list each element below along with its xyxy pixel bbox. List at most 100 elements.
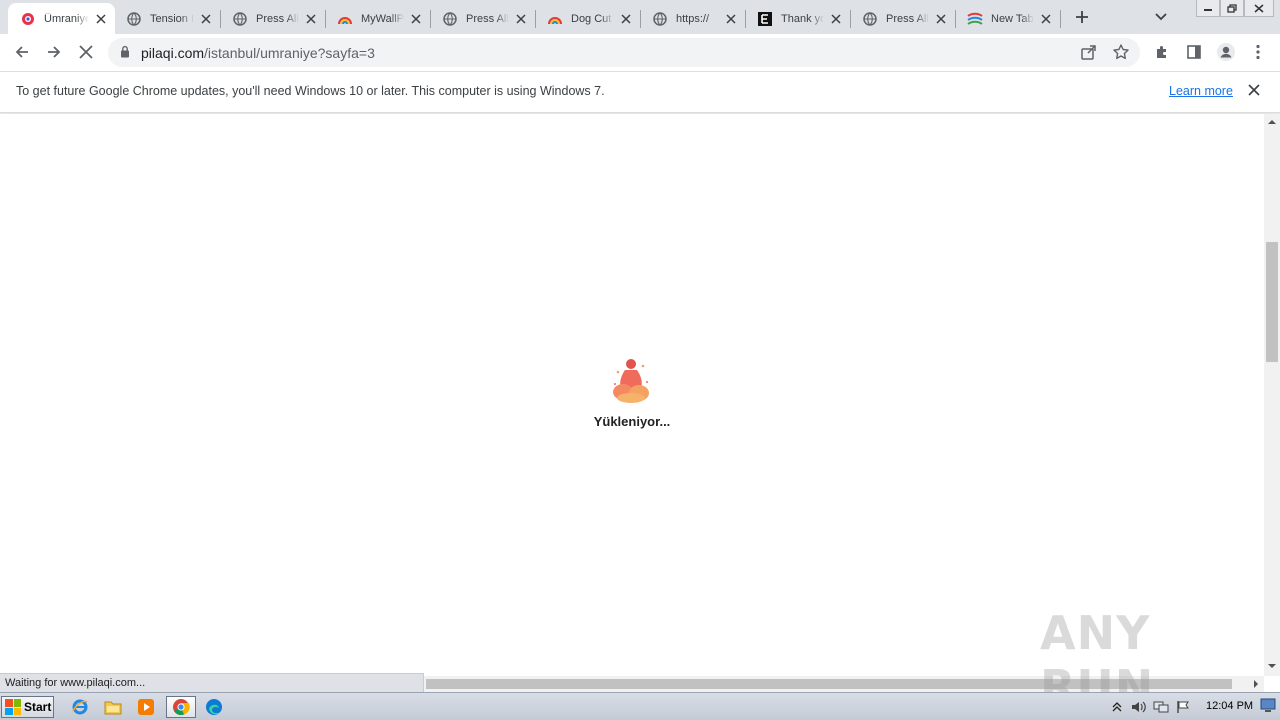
- learn-more-link[interactable]: Learn more: [1169, 84, 1233, 98]
- tray-expand-button[interactable]: [1106, 696, 1128, 718]
- globe-icon: [862, 11, 878, 27]
- close-icon[interactable]: [1038, 11, 1054, 27]
- chevron-down-icon: [1155, 13, 1167, 21]
- close-icon[interactable]: [408, 11, 424, 27]
- loading-text: Yükleniyor...: [593, 414, 671, 429]
- rainbow-favicon: [337, 11, 353, 27]
- url-host: pilaqi.com: [141, 45, 205, 61]
- volume-button[interactable]: [1128, 696, 1150, 718]
- stop-loading-button[interactable]: [72, 38, 100, 66]
- tab-title: Press All: [886, 12, 929, 25]
- lock-icon[interactable]: [120, 45, 130, 61]
- speaker-icon: [1132, 701, 1146, 713]
- globe-icon: [232, 11, 248, 27]
- update-infobar: To get future Google Chrome updates, you…: [0, 72, 1280, 113]
- restore-button[interactable]: [1220, 0, 1244, 17]
- taskbar-clock[interactable]: 12:04 PM: [1206, 700, 1253, 712]
- action-center-button[interactable]: [1172, 696, 1194, 718]
- tab-press-all-1[interactable]: Press All: [220, 3, 325, 34]
- minimize-button[interactable]: [1196, 0, 1220, 17]
- tab-press-all-2[interactable]: Press All: [430, 3, 535, 34]
- forward-button[interactable]: [40, 38, 68, 66]
- page-content: Yükleniyor...: [0, 114, 1264, 676]
- edge-icon: [206, 699, 222, 715]
- tab-title: Tension I: [150, 12, 194, 25]
- network-icon: [1153, 701, 1169, 713]
- close-icon[interactable]: [198, 11, 214, 27]
- tab-title: Press All: [256, 12, 299, 25]
- windows-logo-icon: [5, 699, 21, 715]
- tab-dog-cut[interactable]: Dog Cut: [535, 3, 640, 34]
- address-bar[interactable]: pilaqi.com/istanbul/umraniye?sayfa=3: [108, 38, 1140, 67]
- file-explorer-taskbar-button[interactable]: [101, 696, 125, 718]
- status-bubble: Waiting for www.pilaqi.com...: [0, 673, 424, 692]
- edge-taskbar-button[interactable]: [202, 696, 226, 718]
- forward-arrow-icon: [48, 46, 61, 58]
- media-player-icon: [138, 699, 154, 715]
- loading-animation-icon: [613, 359, 649, 403]
- newtab-favicon: [967, 11, 983, 27]
- rainbow-favicon: [547, 11, 563, 27]
- close-icon[interactable]: [513, 11, 529, 27]
- puzzle-icon: [1157, 46, 1166, 58]
- tab-thank-you[interactable]: Thank yo: [745, 3, 850, 34]
- close-icon[interactable]: [618, 11, 634, 27]
- close-icon[interactable]: [723, 11, 739, 27]
- new-tab-button[interactable]: [1072, 7, 1092, 27]
- tab-https[interactable]: https://: [640, 3, 745, 34]
- vertical-scrollbar[interactable]: [1264, 114, 1280, 676]
- tab-tension[interactable]: Tension I: [114, 3, 220, 34]
- menu-button[interactable]: [1244, 38, 1272, 66]
- kebab-menu-icon: [1256, 44, 1260, 60]
- show-desktop-button[interactable]: [1260, 697, 1276, 715]
- tab-title: New Tab: [991, 12, 1034, 25]
- tab-title: Press All: [466, 12, 509, 25]
- tab-title: https://: [676, 12, 710, 25]
- globe-icon: [652, 11, 668, 27]
- tab-mywallp[interactable]: MyWallP: [325, 3, 430, 34]
- media-player-taskbar-button[interactable]: [134, 696, 158, 718]
- chrome-icon: [173, 699, 190, 716]
- pilaqi-favicon: [20, 11, 36, 27]
- start-button[interactable]: Start: [1, 696, 54, 718]
- back-arrow-icon: [15, 46, 28, 58]
- tab-search-button[interactable]: [1151, 7, 1171, 27]
- scroll-up-arrow-icon[interactable]: [1268, 118, 1276, 126]
- share-icon[interactable]: [1080, 43, 1098, 64]
- infobar-close-button[interactable]: [1248, 84, 1264, 100]
- flag-icon: [1177, 701, 1189, 713]
- side-panel-button[interactable]: [1180, 38, 1208, 66]
- globe-icon: [442, 11, 458, 27]
- network-button[interactable]: [1150, 696, 1172, 718]
- restore-icon: [1227, 3, 1237, 13]
- extensions-button[interactable]: [1148, 38, 1176, 66]
- windows-taskbar: Start 12:04 PM: [0, 692, 1280, 720]
- close-icon[interactable]: [93, 11, 109, 27]
- loading-indicator: Yükleniyor...: [580, 354, 684, 429]
- monitor-icon: [1260, 698, 1276, 712]
- stop-icon: [79, 45, 93, 59]
- close-icon[interactable]: [303, 11, 319, 27]
- bookmark-star-icon[interactable]: [1112, 43, 1130, 64]
- close-icon[interactable]: [933, 11, 949, 27]
- system-tray: [1106, 696, 1194, 718]
- url-text[interactable]: pilaqi.com/istanbul/umraniye?sayfa=3: [141, 45, 375, 61]
- start-label: Start: [24, 700, 52, 714]
- url-path: /istanbul/umraniye?sayfa=3: [204, 45, 375, 61]
- vertical-scroll-thumb[interactable]: [1266, 242, 1278, 362]
- browser-toolbar: pilaqi.com/istanbul/umraniye?sayfa=3: [0, 34, 1280, 72]
- profile-button[interactable]: [1212, 38, 1240, 66]
- close-icon: [1254, 3, 1264, 13]
- side-panel-icon: [1187, 45, 1201, 59]
- tab-press-all-3[interactable]: Press All: [850, 3, 955, 34]
- tab-new-tab[interactable]: New Tab: [955, 3, 1060, 34]
- internet-explorer-icon: [72, 699, 88, 715]
- tab-title: Ümraniye: [44, 12, 89, 25]
- back-button[interactable]: [8, 38, 36, 66]
- close-window-button[interactable]: [1244, 0, 1274, 17]
- tab-umraniye[interactable]: Ümraniye: [8, 3, 115, 34]
- close-icon[interactable]: [828, 11, 844, 27]
- internet-explorer-taskbar-button[interactable]: [68, 696, 92, 718]
- chrome-taskbar-button[interactable]: [166, 696, 196, 718]
- globe-icon: [126, 11, 142, 27]
